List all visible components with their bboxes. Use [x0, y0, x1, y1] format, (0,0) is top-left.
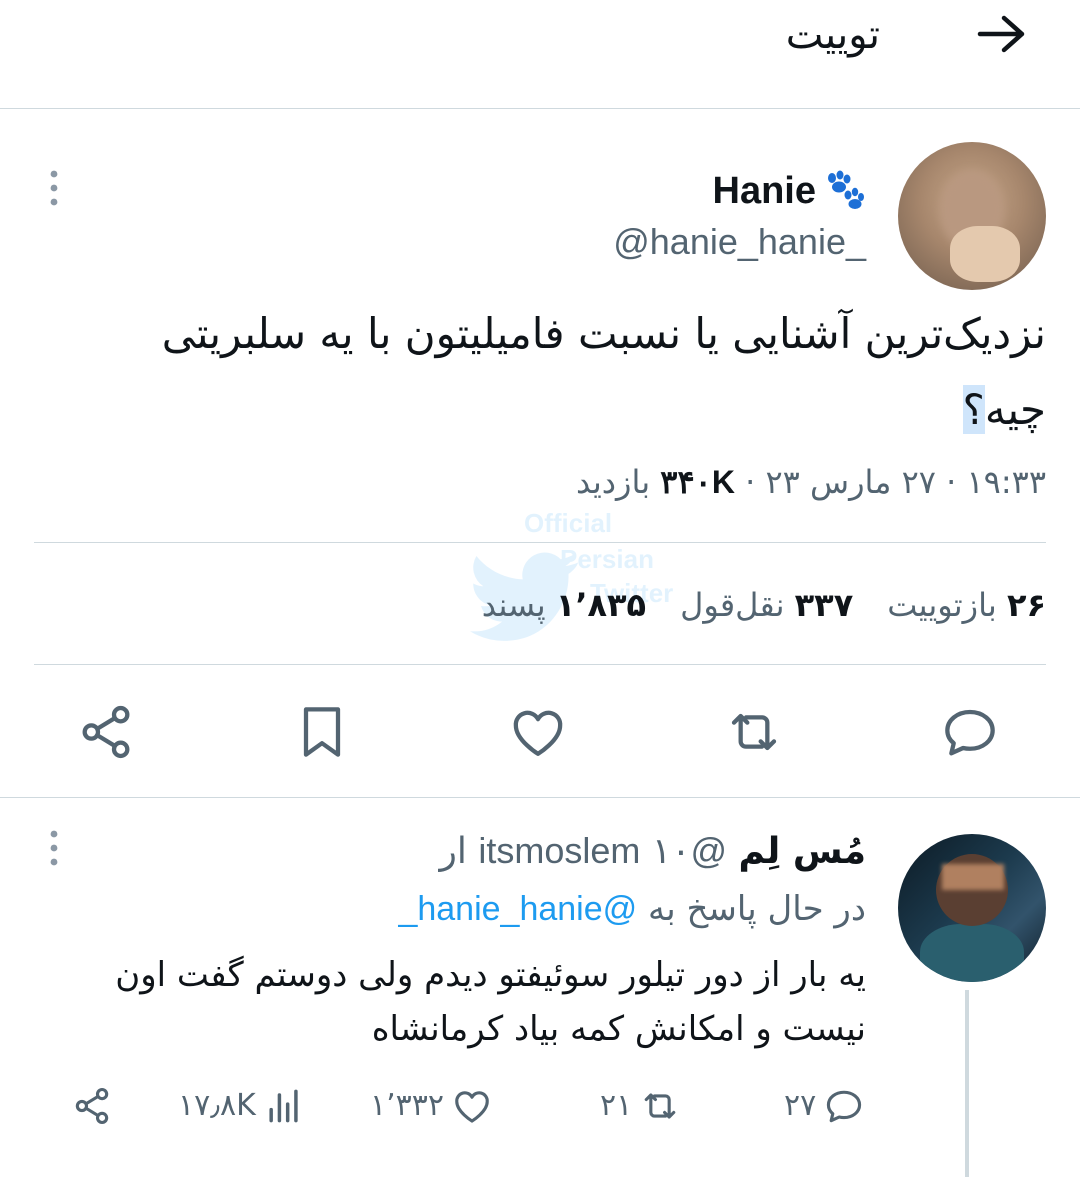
reply-icon	[827, 1090, 862, 1123]
share-icon	[82, 705, 130, 759]
retweets-stat[interactable]: ۲۶ بازتوییت	[887, 582, 1046, 628]
views-count: ۱۷٫۸K	[178, 1088, 256, 1123]
tweet-text-selection: ؟	[962, 385, 985, 434]
reply-header: مُس لِم @itsmoslem ۱۰ ار	[440, 828, 866, 875]
reply-retweet-button[interactable]: ۲۱	[600, 1084, 682, 1128]
divider	[34, 664, 1046, 665]
meta-separator: ·	[946, 463, 957, 501]
more-options-button[interactable]	[40, 168, 68, 208]
views-count: ۳۴۰K	[660, 464, 735, 500]
reply-author-name[interactable]: مُس لِم	[739, 831, 866, 872]
tweet-date[interactable]: ۲۷ مارس ۲۳	[765, 463, 936, 501]
reply-text: یه بار از دور تیلور سوئیفتو دیدم ولی دوس…	[115, 955, 866, 1049]
arrow-right-icon	[977, 15, 1025, 53]
tweet-text: نزدیک‌ترین آشنایی یا نسبت فامیلیتون با ی…	[126, 296, 1046, 448]
paw-prints-icon	[828, 170, 864, 209]
heart-icon	[455, 1091, 489, 1123]
like-button[interactable]	[506, 700, 570, 764]
tweet-time: ۱۹:۳۳	[966, 463, 1046, 501]
tweet-stats: ۲۶ بازتوییت ۳۳۷ نقل‌قول ۱٬۸۳۵ پسند	[482, 582, 1046, 628]
author-name: Hanie	[712, 170, 816, 212]
back-button[interactable]	[974, 12, 1030, 56]
retweet-count: ۲۱	[600, 1088, 633, 1123]
more-vertical-icon	[50, 830, 58, 866]
thread-line	[965, 990, 969, 1177]
watermark-line-1: Official	[524, 508, 613, 538]
reply-more-options-button[interactable]	[40, 828, 68, 868]
bookmark-icon	[303, 707, 341, 757]
share-button[interactable]	[74, 700, 138, 764]
author-avatar[interactable]	[898, 142, 1046, 290]
retweet-icon	[644, 1093, 676, 1119]
divider	[0, 797, 1080, 798]
reply-like-button[interactable]: ۱٬۳۳۲	[370, 1084, 494, 1128]
divider	[34, 542, 1046, 543]
reply-author-avatar[interactable]	[898, 834, 1046, 982]
retweet-icon	[731, 713, 777, 751]
bar-chart-icon	[269, 1089, 298, 1123]
reply-icon	[945, 709, 995, 756]
like-count: ۱٬۳۳۲	[370, 1088, 444, 1123]
reply-reply-button[interactable]: ۲۷	[784, 1084, 866, 1128]
reply-share-button[interactable]	[70, 1084, 114, 1128]
retweet-button[interactable]	[722, 700, 786, 764]
replying-to-handle[interactable]: @hanie_hanie_	[398, 890, 637, 928]
reply-button[interactable]	[938, 700, 1002, 764]
reply-author-handle[interactable]: @itsmoslem	[478, 830, 727, 871]
page-title: توییت	[785, 12, 880, 58]
watermark-line-2: Persian	[560, 544, 654, 574]
reply-views-button[interactable]: ۱۷٫۸K	[178, 1084, 306, 1128]
more-vertical-icon	[50, 170, 58, 206]
reply-count: ۲۷	[784, 1088, 817, 1123]
quotes-stat[interactable]: ۳۳۷ نقل‌قول	[680, 582, 853, 628]
bookmark-button[interactable]	[290, 700, 354, 764]
likes-stat[interactable]: ۱٬۸۳۵ پسند	[482, 582, 646, 628]
tweet-text-body: نزدیک‌ترین آشنایی یا نسبت فامیلیتون با ی…	[161, 309, 1046, 434]
replying-to-label: در حال پاسخ به	[647, 889, 866, 929]
author-handle[interactable]: @hanie_hanie_	[613, 220, 866, 264]
tweet-meta: ۱۹:۳۳ · ۲۷ مارس ۲۳ · ۳۴۰K بازدید	[576, 456, 1046, 508]
author-name-row[interactable]: Hanie	[713, 168, 866, 214]
share-icon	[75, 1087, 109, 1125]
top-bar: توییت	[0, 0, 1080, 109]
heart-icon	[513, 710, 563, 756]
views-label: بازدید	[576, 463, 651, 501]
meta-separator: ·	[745, 463, 756, 501]
replying-to: در حال پاسخ به @hanie_hanie_	[398, 886, 866, 932]
